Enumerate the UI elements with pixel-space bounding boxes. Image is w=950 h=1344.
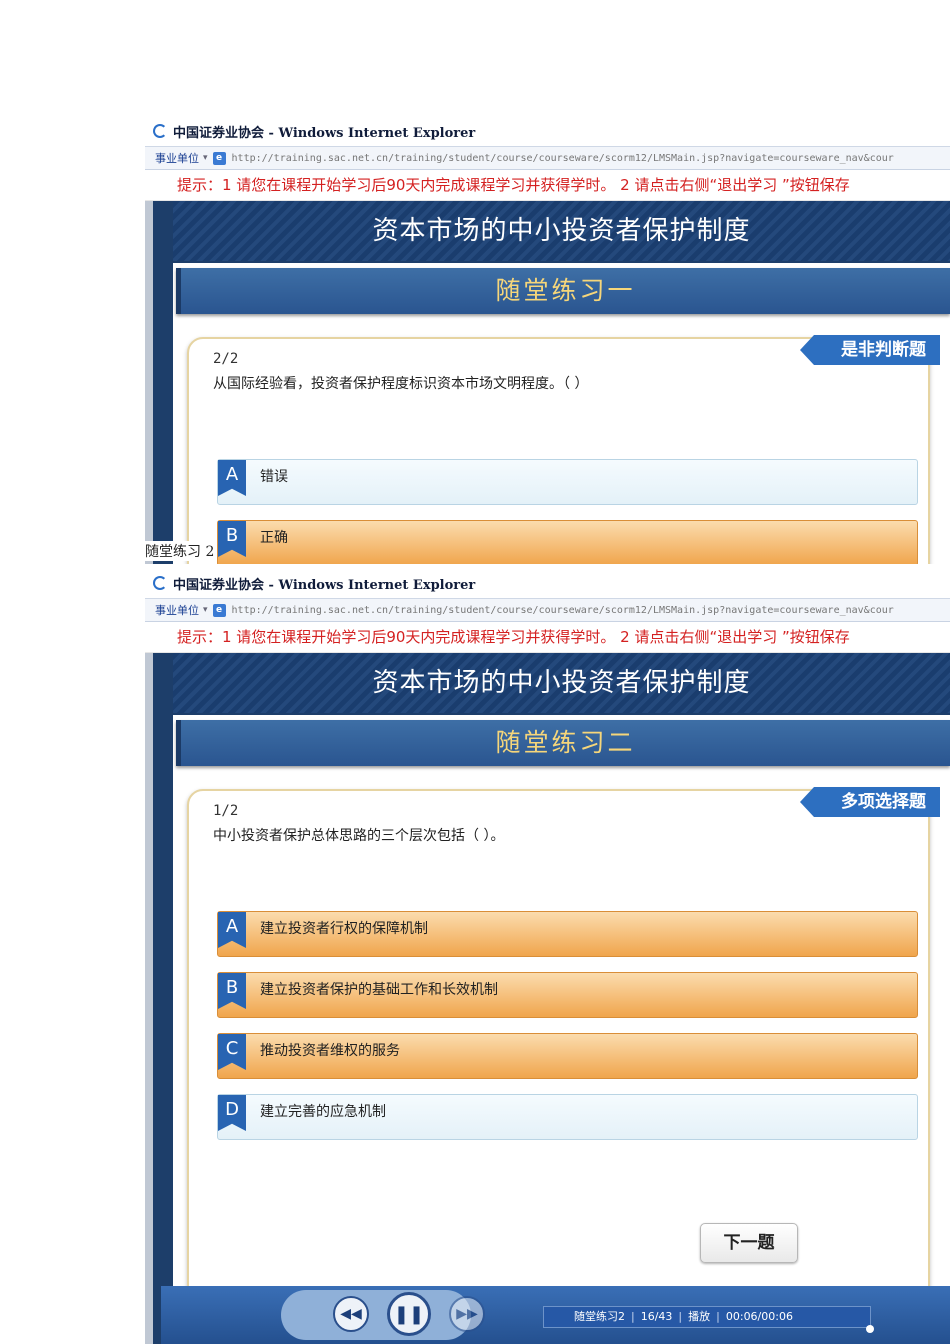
window-titlebar: 中国证券业协会 - Windows Internet Explorer — [145, 568, 950, 599]
page-icon: e — [212, 151, 226, 165]
next-question-button[interactable]: 下一题 — [700, 1223, 798, 1263]
progress-knob[interactable] — [866, 1325, 874, 1333]
chevron-down-icon[interactable]: ▾ — [203, 153, 208, 163]
favorites-folder-link[interactable]: 事业单位 — [155, 150, 199, 166]
option-label: 建立投资者保护的基础工作和长效机制 — [260, 982, 498, 998]
player-time: 00:06/00:06 — [725, 1310, 793, 1323]
fast-forward-icon[interactable]: ▶▶ — [449, 1296, 485, 1332]
option-letter: A — [218, 460, 246, 496]
option-label: 推动投资者维权的服务 — [260, 1043, 400, 1059]
ie-window-exercise-1: 中国证券业协会 - Windows Internet Explorer 事业单位… — [145, 116, 950, 564]
option-label: 建立投资者行权的保障机制 — [260, 921, 428, 937]
question-card: 多项选择题 1/2 中小投资者保护总体思路的三个层次包括（ ）。 A 建立投资者… — [187, 787, 940, 1344]
ie-logo-icon — [153, 576, 167, 590]
course-frame: 资本市场的中小投资者保护制度 随堂练习二 多项选择题 1/2 中小投资者保护总体… — [153, 653, 950, 1344]
option-a[interactable]: A 错误 — [217, 459, 918, 505]
frame-border — [145, 653, 153, 1344]
option-letter: B — [218, 973, 246, 1009]
question-card: 是非判断题 2/2 从国际经验看，投资者保护程度标识资本市场文明程度。（ ） A… — [187, 335, 940, 564]
exercise-title: 随堂练习一 — [495, 276, 636, 305]
player-controls: ◀◀ ❚❚ ▶▶ — [281, 1290, 485, 1340]
ie-window-exercise-2: 中国证券业协会 - Windows Internet Explorer 事业单位… — [145, 568, 950, 1344]
frame-border — [145, 201, 153, 564]
question-type-badge: 多项选择题 — [800, 787, 940, 817]
ie-logo-icon — [153, 124, 167, 138]
player-status: 随堂练习2 | 16/43 | 播放 | 00:06/00:06 — [543, 1306, 874, 1333]
player-page: 16/43 — [640, 1310, 673, 1323]
question-number: 2/2 — [213, 351, 239, 367]
option-b[interactable]: B 建立投资者保护的基础工作和长效机制 — [217, 972, 918, 1018]
figure-caption: 随堂练习 2 — [145, 541, 217, 561]
question-text: 中小投资者保护总体思路的三个层次包括（ ）。 — [213, 828, 505, 844]
option-c[interactable]: C 推动投资者维权的服务 — [217, 1033, 918, 1079]
player-state: 播放 — [688, 1310, 711, 1323]
course-frame: 资本市场的中小投资者保护制度 随堂练习一 是非判断题 2/2 从国际经验看，投资… — [153, 201, 950, 564]
address-bar[interactable]: 事业单位 ▾ e http://training.sac.net.cn/trai… — [145, 599, 950, 622]
option-label: 错误 — [260, 469, 288, 485]
exercise-panel: 随堂练习一 是非判断题 2/2 从国际经验看，投资者保护程度标识资本市场文明程度… — [173, 263, 950, 564]
pause-icon[interactable]: ❚❚ — [387, 1292, 431, 1336]
option-letter: C — [218, 1034, 246, 1070]
address-url[interactable]: http://training.sac.net.cn/training/stud… — [232, 605, 894, 616]
question-number: 1/2 — [213, 803, 239, 819]
rewind-icon[interactable]: ◀◀ — [333, 1296, 369, 1332]
option-letter: B — [218, 521, 246, 557]
address-url[interactable]: http://training.sac.net.cn/training/stud… — [232, 153, 894, 164]
option-label: 正确 — [260, 530, 288, 546]
option-letter: A — [218, 912, 246, 948]
option-b[interactable]: B 正确 — [217, 520, 918, 564]
question-text: 从国际经验看，投资者保护程度标识资本市场文明程度。（ ） — [213, 376, 589, 392]
option-label: 建立完善的应急机制 — [260, 1104, 386, 1120]
player-chapter: 随堂练习2 — [574, 1310, 625, 1323]
option-a[interactable]: A 建立投资者行权的保障机制 — [217, 911, 918, 957]
window-titlebar: 中国证券业协会 - Windows Internet Explorer — [145, 116, 950, 147]
question-type-badge: 是非判断题 — [800, 335, 940, 365]
favorites-folder-link[interactable]: 事业单位 — [155, 602, 199, 618]
option-d[interactable]: D 建立完善的应急机制 — [217, 1094, 918, 1140]
exercise-title: 随堂练习二 — [495, 728, 636, 757]
chevron-down-icon[interactable]: ▾ — [203, 605, 208, 615]
window-title: 中国证券业协会 - Windows Internet Explorer — [173, 125, 476, 141]
notice-text: 提示：1 请您在课程开始学习后90天内完成课程学习并获得学时。 2 请点击右侧“… — [145, 170, 950, 201]
exercise-title-bar: 随堂练习二 — [176, 720, 950, 766]
window-title: 中国证券业协会 - Windows Internet Explorer — [173, 577, 476, 593]
exercise-title-bar: 随堂练习一 — [176, 268, 950, 314]
page-icon: e — [212, 603, 226, 617]
address-bar[interactable]: 事业单位 ▾ e http://training.sac.net.cn/trai… — [145, 147, 950, 170]
option-letter: D — [218, 1095, 246, 1131]
course-title: 资本市场的中小投资者保护制度 — [173, 653, 950, 713]
course-title: 资本市场的中小投资者保护制度 — [173, 201, 950, 261]
exercise-panel: 随堂练习二 多项选择题 1/2 中小投资者保护总体思路的三个层次包括（ ）。 A… — [173, 715, 950, 1344]
notice-text: 提示：1 请您在课程开始学习后90天内完成课程学习并获得学时。 2 请点击右侧“… — [145, 622, 950, 653]
media-player-bar: ◀◀ ❚❚ ▶▶ 随堂练习2 | 16/43 | 播放 | 00:06/00:0… — [161, 1286, 950, 1344]
